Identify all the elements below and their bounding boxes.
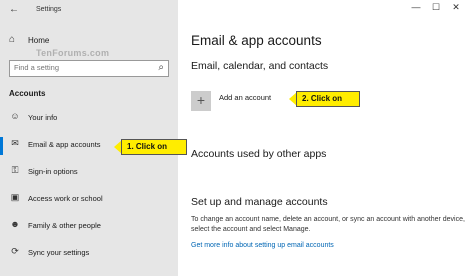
sidebar-item-label: Sync your settings xyxy=(28,248,90,257)
sidebar-item-label: Email & app accounts xyxy=(28,140,101,149)
minimize-icon[interactable]: — xyxy=(406,2,426,12)
home-icon: ⌂ xyxy=(9,34,16,45)
sidebar-item-label: Access work or school xyxy=(28,194,103,203)
maximize-icon[interactable]: ☐ xyxy=(426,2,446,13)
window-controls: — ☐ ✕ xyxy=(406,2,466,13)
home-label: Home xyxy=(28,36,50,45)
sidebar-item-label: Sign-in options xyxy=(28,167,78,176)
sidebar-item-access-work[interactable]: ▣ Access work or school xyxy=(0,191,178,209)
window-title: Settings xyxy=(36,6,62,13)
search-icon[interactable]: ⌕ xyxy=(158,62,164,73)
sidebar-item-sign-in-options[interactable]: ⚿ Sign-in options xyxy=(0,164,178,182)
search-input[interactable] xyxy=(14,63,144,72)
person-icon: ☺ xyxy=(10,111,20,121)
main-pane: — ☐ ✕ Email & app accounts Email, calendar… xyxy=(178,0,474,276)
search-box[interactable]: ⌕ xyxy=(9,60,169,77)
sidebar-item-sync[interactable]: ⟳ Sync your settings xyxy=(0,245,178,263)
people-icon: ☻ xyxy=(10,219,20,229)
section-email-calendar: Email, calendar, and contacts xyxy=(191,60,329,72)
sidebar: ← Settings ⌂ Home TenForums.com ⌕ Accoun… xyxy=(0,0,178,276)
section-manage: Set up and manage accounts xyxy=(191,196,328,208)
mail-icon: ✉ xyxy=(11,138,19,148)
sidebar-item-family[interactable]: ☻ Family & other people xyxy=(0,218,178,236)
sync-icon: ⟳ xyxy=(11,246,19,256)
callout-step-1: 1. Click on xyxy=(121,139,187,155)
back-arrow-icon[interactable]: ← xyxy=(9,4,19,15)
section-other-apps: Accounts used by other apps xyxy=(191,148,327,160)
sidebar-item-label: Your info xyxy=(28,113,58,122)
close-icon[interactable]: ✕ xyxy=(446,2,466,13)
briefcase-icon: ▣ xyxy=(10,192,20,202)
watermark: TenForums.com xyxy=(36,48,110,58)
sidebar-item-label: Family & other people xyxy=(28,221,101,230)
section-title: Accounts xyxy=(9,89,46,98)
page-title: Email & app accounts xyxy=(191,33,322,48)
sidebar-item-your-info[interactable]: ☺ Your info xyxy=(0,110,178,128)
plus-icon: + xyxy=(196,92,206,108)
add-account-button[interactable]: + xyxy=(191,91,211,111)
callout-step-2: 2. Click on xyxy=(296,91,360,107)
key-icon: ⚿ xyxy=(11,165,19,175)
more-info-link[interactable]: Get more info about setting up email acc… xyxy=(191,242,334,249)
manage-description: To change an account name, delete an acc… xyxy=(191,216,465,233)
add-account-label[interactable]: Add an account xyxy=(219,93,271,102)
selection-indicator xyxy=(0,137,3,155)
